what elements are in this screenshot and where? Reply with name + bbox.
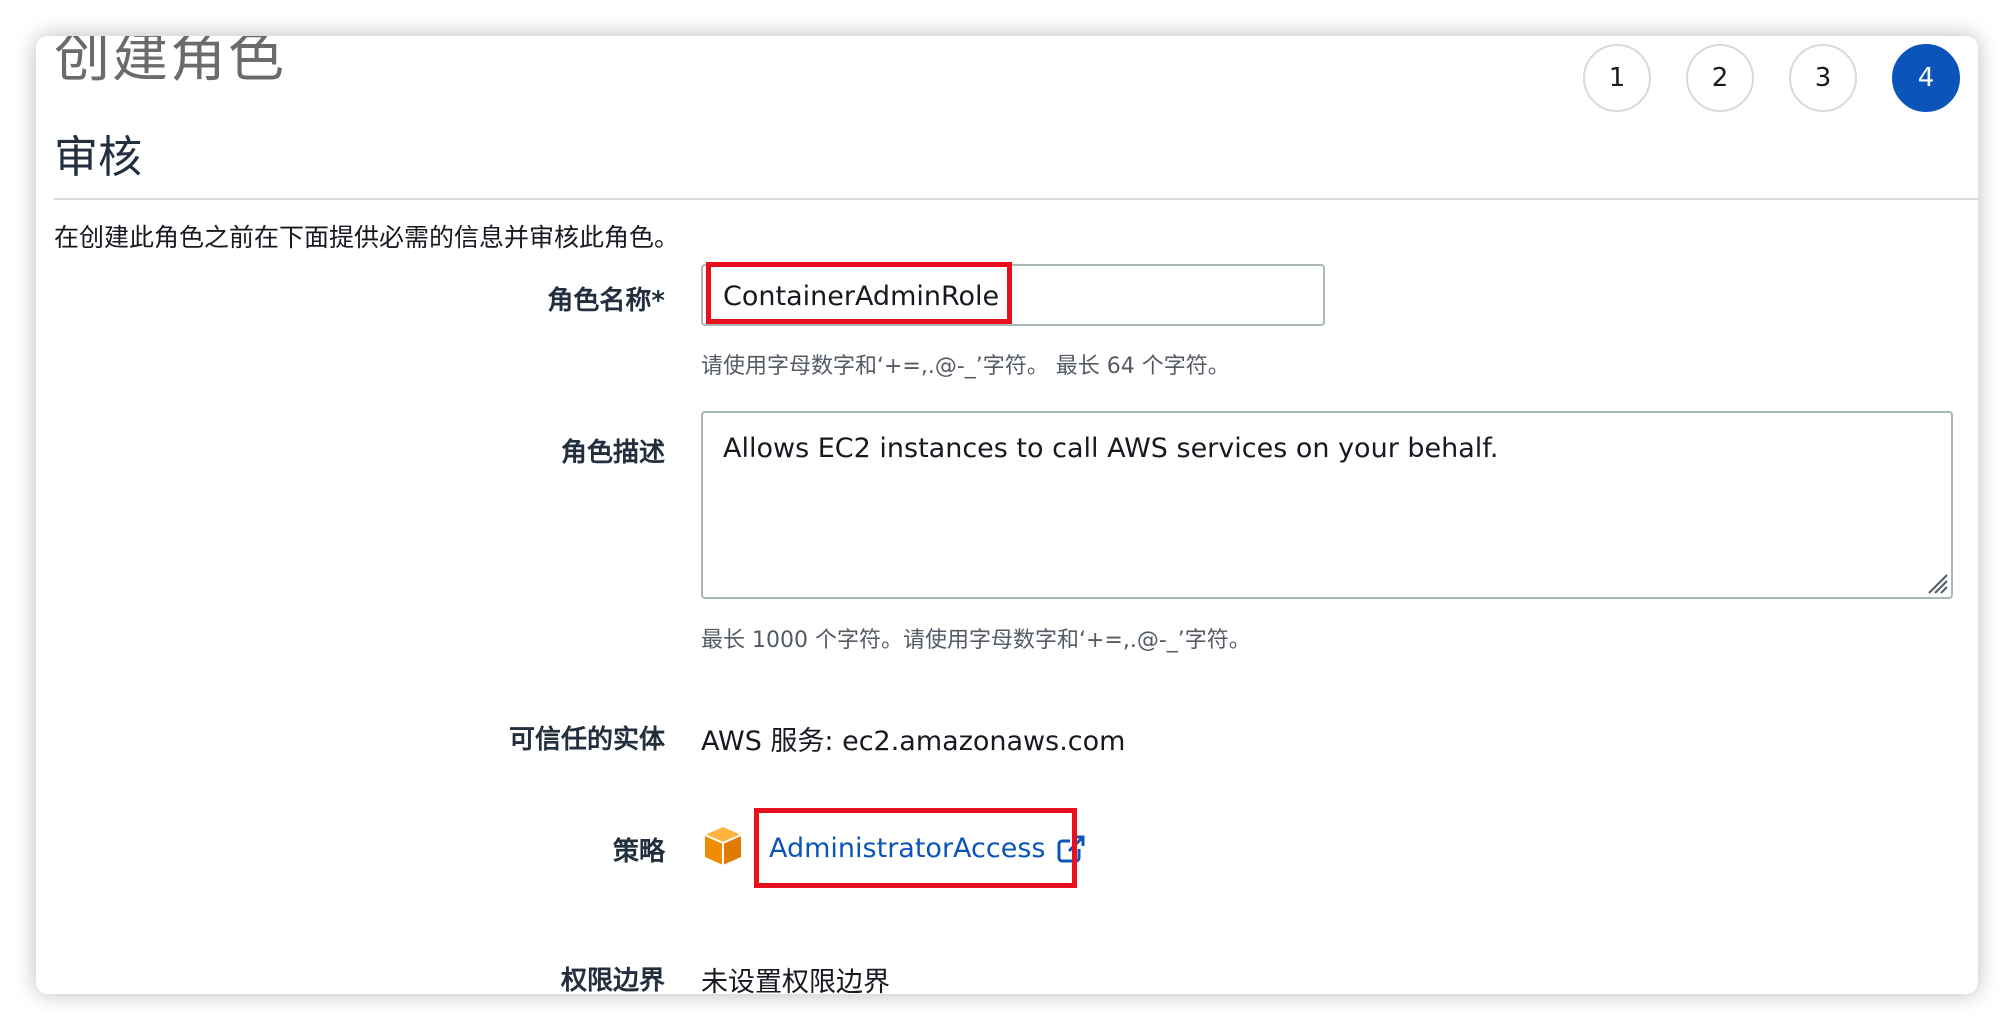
step-3[interactable]: 3 (1789, 44, 1857, 112)
role-name-hint: 请使用字母数字和‘+=,.@-_’字符。 最长 64 个字符。 (701, 354, 1230, 379)
role-description-textarea[interactable]: Allows EC2 instances to call AWS service… (701, 411, 1953, 599)
role-description-hint: 最长 1000 个字符。请使用字母数字和‘+=,.@-_’字符。 (701, 628, 1251, 653)
role-name-value: ContainerAdminRole (723, 281, 1000, 312)
permissions-boundary-label: 权限边界 (560, 966, 665, 994)
step-indicator: 1 2 3 4 (1583, 44, 1960, 112)
role-name-label: 角色名称* (547, 286, 665, 316)
section-title-review: 审核 (54, 132, 142, 183)
permissions-boundary-value: 未设置权限边界 (701, 967, 890, 994)
trusted-entity-label: 可信任的实体 (508, 725, 665, 755)
step-2[interactable]: 2 (1686, 44, 1754, 112)
external-link-icon (1057, 834, 1086, 862)
step-1[interactable]: 1 (1583, 44, 1651, 112)
role-description-label: 角色描述 (560, 438, 665, 468)
review-intro-text: 在创建此角色之前在下面提供必需的信息并审核此角色。 (54, 223, 680, 252)
trusted-entity-value: AWS 服务: ec2.amazonaws.com (701, 726, 1126, 757)
page-title: 创建角色 (54, 36, 286, 90)
role-name-input[interactable]: ContainerAdminRole (701, 264, 1325, 326)
aws-managed-policy-cube-icon (704, 827, 742, 865)
policy-label: 策略 (612, 837, 665, 867)
policy-link-text: AdministratorAccess (769, 833, 1046, 864)
divider (54, 198, 1978, 200)
resize-handle-icon[interactable] (1923, 569, 1949, 595)
step-4-active[interactable]: 4 (1892, 44, 1960, 112)
role-description-value: Allows EC2 instances to call AWS service… (723, 433, 1499, 464)
create-role-window: 创建角色 1 2 3 4 审核 在创建此角色之前在下面提供必需的信息并审核此角色… (36, 36, 1978, 994)
administrator-access-policy-link[interactable]: AdministratorAccess (769, 833, 1086, 864)
